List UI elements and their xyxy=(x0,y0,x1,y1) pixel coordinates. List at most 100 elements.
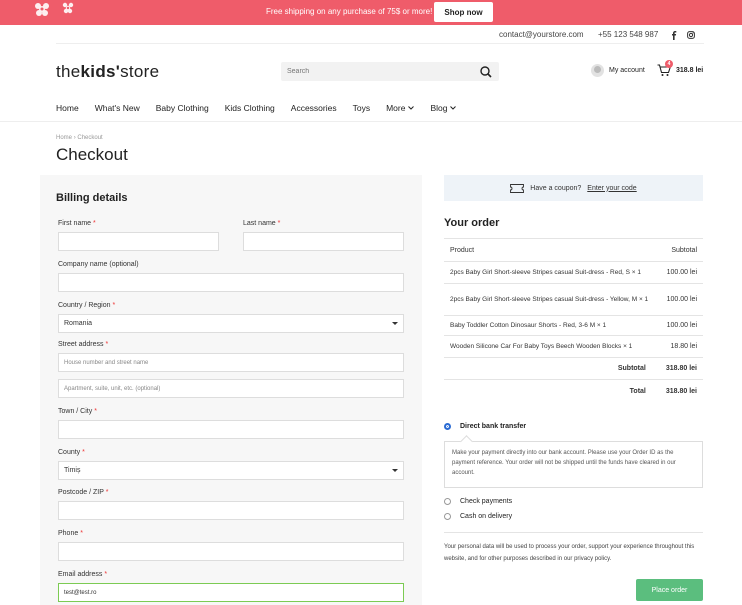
nav-label: More xyxy=(386,103,406,113)
company-label: Company name (optional) xyxy=(58,261,139,268)
company-field[interactable] xyxy=(58,273,404,292)
breadcrumb-home[interactable]: Home xyxy=(56,135,72,141)
cart-count-badge: 4 xyxy=(665,60,673,68)
chevron-down-icon xyxy=(450,106,457,110)
user-icon xyxy=(591,64,604,77)
shop-now-button[interactable]: Shop now xyxy=(434,2,493,22)
nav-item-whats-new[interactable]: What's New xyxy=(95,103,140,113)
postcode-field[interactable] xyxy=(58,501,404,520)
required-mark: * xyxy=(80,530,83,537)
subtotal-row: Subtotal 318.80 lei xyxy=(444,358,703,380)
search-icon[interactable] xyxy=(480,66,492,78)
total-label: Total xyxy=(629,387,646,395)
nav-item-blog[interactable]: Blog xyxy=(430,103,457,113)
label-text: First name xyxy=(58,220,92,227)
label-text: Postcode / ZIP xyxy=(58,489,104,496)
product-name: 2pcs Baby Girl Short-sleeve Stripes casu… xyxy=(450,268,641,276)
postcode-label: Postcode / ZIP * xyxy=(58,489,108,496)
order-header-row: Product Subtotal xyxy=(444,238,703,262)
column-subtotal: Subtotal xyxy=(671,246,697,254)
cart-total: 318.8 lei xyxy=(676,67,704,74)
nav-label: Accessories xyxy=(290,103,337,113)
page-title: Checkout xyxy=(56,145,128,164)
phone-label: Phone * xyxy=(58,530,83,537)
flower-icon xyxy=(35,2,74,16)
subtotal-label: Subtotal xyxy=(617,365,646,372)
required-mark: * xyxy=(112,302,116,309)
last-name-field[interactable] xyxy=(243,232,404,251)
county-select[interactable]: Timiș xyxy=(58,461,404,480)
promo-text: Free shipping on any purchase of 75$ or … xyxy=(266,7,433,16)
divider xyxy=(56,43,704,44)
first-name-field[interactable] xyxy=(58,232,219,251)
nav-label: Baby Clothing xyxy=(155,103,209,113)
subtotal-value: 318.80 lei xyxy=(665,365,697,372)
cart-link[interactable]: 4 318.8 lei xyxy=(657,60,704,77)
required-mark: * xyxy=(82,449,85,456)
order-item-row: 2pcs Baby Girl Short-sleeve Stripes casu… xyxy=(444,284,703,316)
label-text: County xyxy=(58,449,81,456)
radio-unselected[interactable] xyxy=(444,513,451,520)
order-item-row: Wooden Silicone Car For Baby Toys Beech … xyxy=(444,336,703,358)
nav-item-kids-clothing[interactable]: Kids Clothing xyxy=(225,103,275,113)
product-name: Wooden Silicone Car For Baby Toys Beech … xyxy=(450,342,633,350)
facebook-icon[interactable] xyxy=(669,30,679,40)
town-label: Town / City * xyxy=(58,408,97,415)
billing-details-panel: Billing details First name * Last name *… xyxy=(40,175,422,605)
label-text: Town / City xyxy=(58,408,93,415)
first-name-label: First name * xyxy=(58,220,96,227)
payment-option-bank[interactable]: Direct bank transfer xyxy=(444,423,526,430)
my-account-link[interactable]: My account xyxy=(591,64,645,77)
town-field[interactable] xyxy=(58,420,404,439)
country-label: Country / Region * xyxy=(58,302,115,309)
nav-item-toys[interactable]: Toys xyxy=(353,103,370,113)
place-order-button[interactable]: Place order xyxy=(636,579,703,601)
street-address-2-field[interactable]: Apartment, suite, unit, etc. (optional) xyxy=(58,379,404,398)
payment-label: Cash on delivery xyxy=(460,513,513,520)
billing-title: Billing details xyxy=(56,192,128,204)
order-item-row: 2pcs Baby Girl Short-sleeve Stripes casu… xyxy=(444,262,703,284)
search-bar xyxy=(281,62,499,81)
required-mark: * xyxy=(104,571,108,578)
payment-option-check[interactable]: Check payments xyxy=(444,498,512,505)
logo-text-bold: kids' xyxy=(80,62,121,81)
required-mark: * xyxy=(105,489,109,496)
nav-label: Toys xyxy=(352,103,371,113)
product-price: 100.00 lei xyxy=(666,296,697,303)
search-input[interactable] xyxy=(281,62,471,81)
nav-label: What's New xyxy=(94,103,140,113)
column-product: Product xyxy=(450,246,475,254)
country-select[interactable]: Romania xyxy=(58,314,404,333)
cart-icon: 4 xyxy=(657,60,673,77)
radio-selected[interactable] xyxy=(444,423,451,430)
placeholder-text: Apartment, suite, unit, etc. (optional) xyxy=(64,385,161,392)
enter-coupon-link[interactable]: Enter your code xyxy=(587,185,636,192)
contact-email[interactable]: contact@yourstore.com xyxy=(499,30,584,39)
order-title: Your order xyxy=(444,217,500,229)
chevron-down-icon xyxy=(392,322,398,325)
street-address-field[interactable]: House number and street name xyxy=(58,353,404,372)
nav-item-baby-clothing[interactable]: Baby Clothing xyxy=(156,103,209,113)
nav-label: Home xyxy=(56,103,79,113)
nav-label: Blog xyxy=(430,103,448,113)
phone-field[interactable] xyxy=(58,542,404,561)
email-field[interactable]: test@test.ro xyxy=(58,583,404,602)
logo-text-end: store xyxy=(120,62,160,81)
nav-item-more[interactable]: More xyxy=(386,103,415,113)
street-label: Street address * xyxy=(58,341,108,348)
store-logo[interactable]: thekids'store xyxy=(56,62,159,82)
instagram-icon[interactable] xyxy=(686,30,696,40)
radio-unselected[interactable] xyxy=(444,498,451,505)
last-name-label: Last name * xyxy=(243,220,280,227)
payment-option-cod[interactable]: Cash on delivery xyxy=(444,513,512,520)
label-text: Email address xyxy=(58,571,103,578)
nav-item-accessories[interactable]: Accessories xyxy=(291,103,337,113)
nav-item-home[interactable]: Home xyxy=(56,103,79,113)
chevron-down-icon xyxy=(392,469,398,472)
contact-phone[interactable]: +55 123 548 987 xyxy=(598,30,658,39)
required-mark: * xyxy=(94,408,97,415)
breadcrumb: Home › Checkout xyxy=(56,135,103,141)
ticket-icon xyxy=(510,183,525,193)
breadcrumb-separator: › xyxy=(73,135,76,141)
county-label: County * xyxy=(58,449,85,456)
